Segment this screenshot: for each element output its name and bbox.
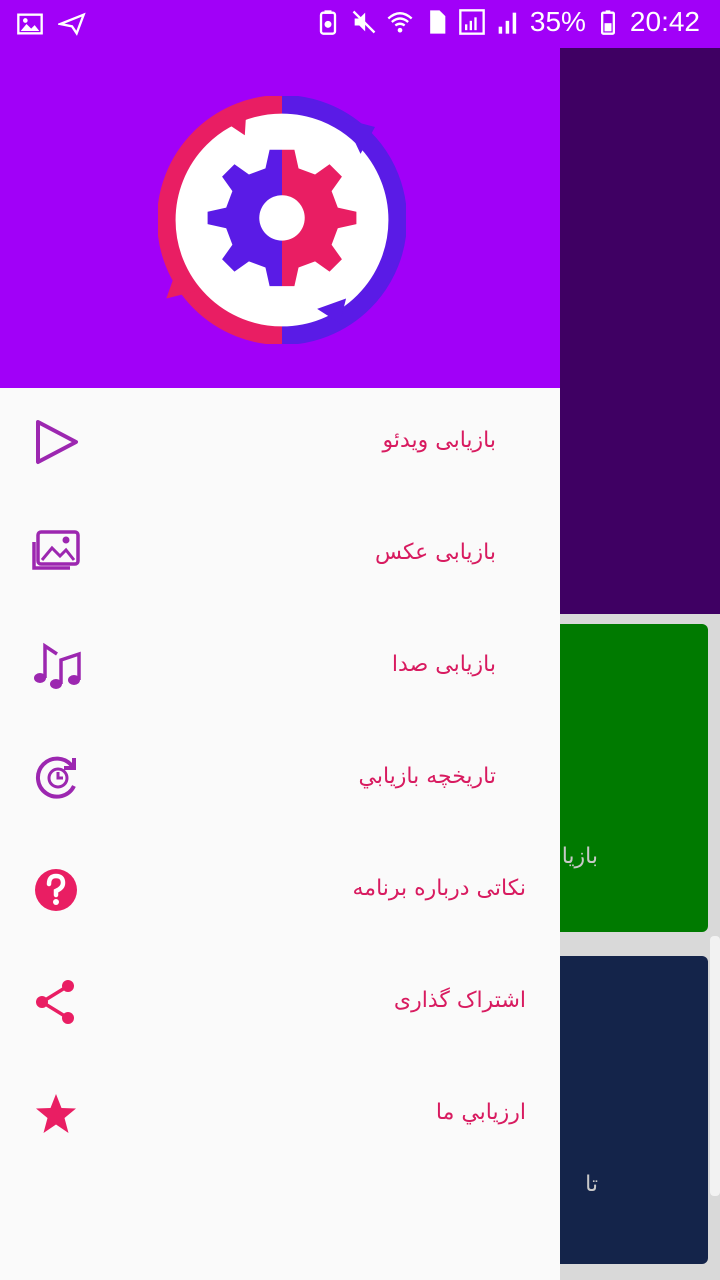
menu-item-video-recovery[interactable]: بازیابی ویدئو (0, 388, 560, 500)
help-icon (28, 862, 84, 918)
menu-item-label: بازیابی عکس (374, 540, 496, 565)
menu-item-label: بازیابی صدا (391, 652, 496, 677)
send-notification-icon (58, 10, 86, 38)
music-note-icon (28, 638, 84, 694)
status-bar: 35% 20:42 (0, 0, 720, 48)
menu-item-label: ارزيابي ما (435, 1100, 526, 1125)
menu-item-label: اشتراک گذاری (393, 988, 526, 1013)
share-icon (28, 974, 84, 1030)
menu-item-app-tips[interactable]: نکاتی درباره برنامه (0, 836, 560, 948)
signal-icon (458, 8, 486, 36)
background-card-label: بازیا (561, 844, 598, 869)
play-icon (28, 414, 84, 470)
mute-icon (350, 8, 378, 36)
signal-strength-icon (494, 8, 522, 36)
drawer-header (0, 48, 560, 388)
menu-item-label: تاریخچه بازيابي (358, 764, 497, 789)
menu-item-photo-recovery[interactable]: بازیابی عکس (0, 500, 560, 612)
battery-saver-icon (314, 8, 342, 36)
sim-card-icon (422, 8, 450, 36)
image-notification-icon (16, 10, 44, 38)
menu-item-rate-us[interactable]: ارزيابي ما (0, 1060, 560, 1172)
star-icon (28, 1086, 84, 1142)
menu-item-recovery-history[interactable]: تاریخچه بازيابي (0, 724, 560, 836)
menu-item-label: نکاتی درباره برنامه (352, 876, 527, 901)
wifi-icon (386, 8, 414, 36)
drawer-menu: بازیابی ویدئو بازیابی عکس بازیابی صدا تا… (0, 388, 560, 1172)
menu-item-audio-recovery[interactable]: بازیابی صدا (0, 612, 560, 724)
clock: 20:42 (629, 6, 700, 37)
scrollbar[interactable] (710, 936, 720, 1196)
navigation-drawer: بازیابی ویدئو بازیابی عکس بازیابی صدا تا… (0, 48, 560, 1280)
gallery-icon (28, 526, 84, 582)
history-icon (28, 750, 84, 806)
menu-item-label: بازیابی ویدئو (382, 428, 496, 453)
battery-icon (594, 8, 622, 36)
menu-item-share[interactable]: اشتراک گذاری (0, 948, 560, 1060)
app-logo-icon (158, 96, 406, 344)
battery-percent: 35% (529, 6, 586, 37)
background-card-label: تا (585, 1172, 598, 1197)
